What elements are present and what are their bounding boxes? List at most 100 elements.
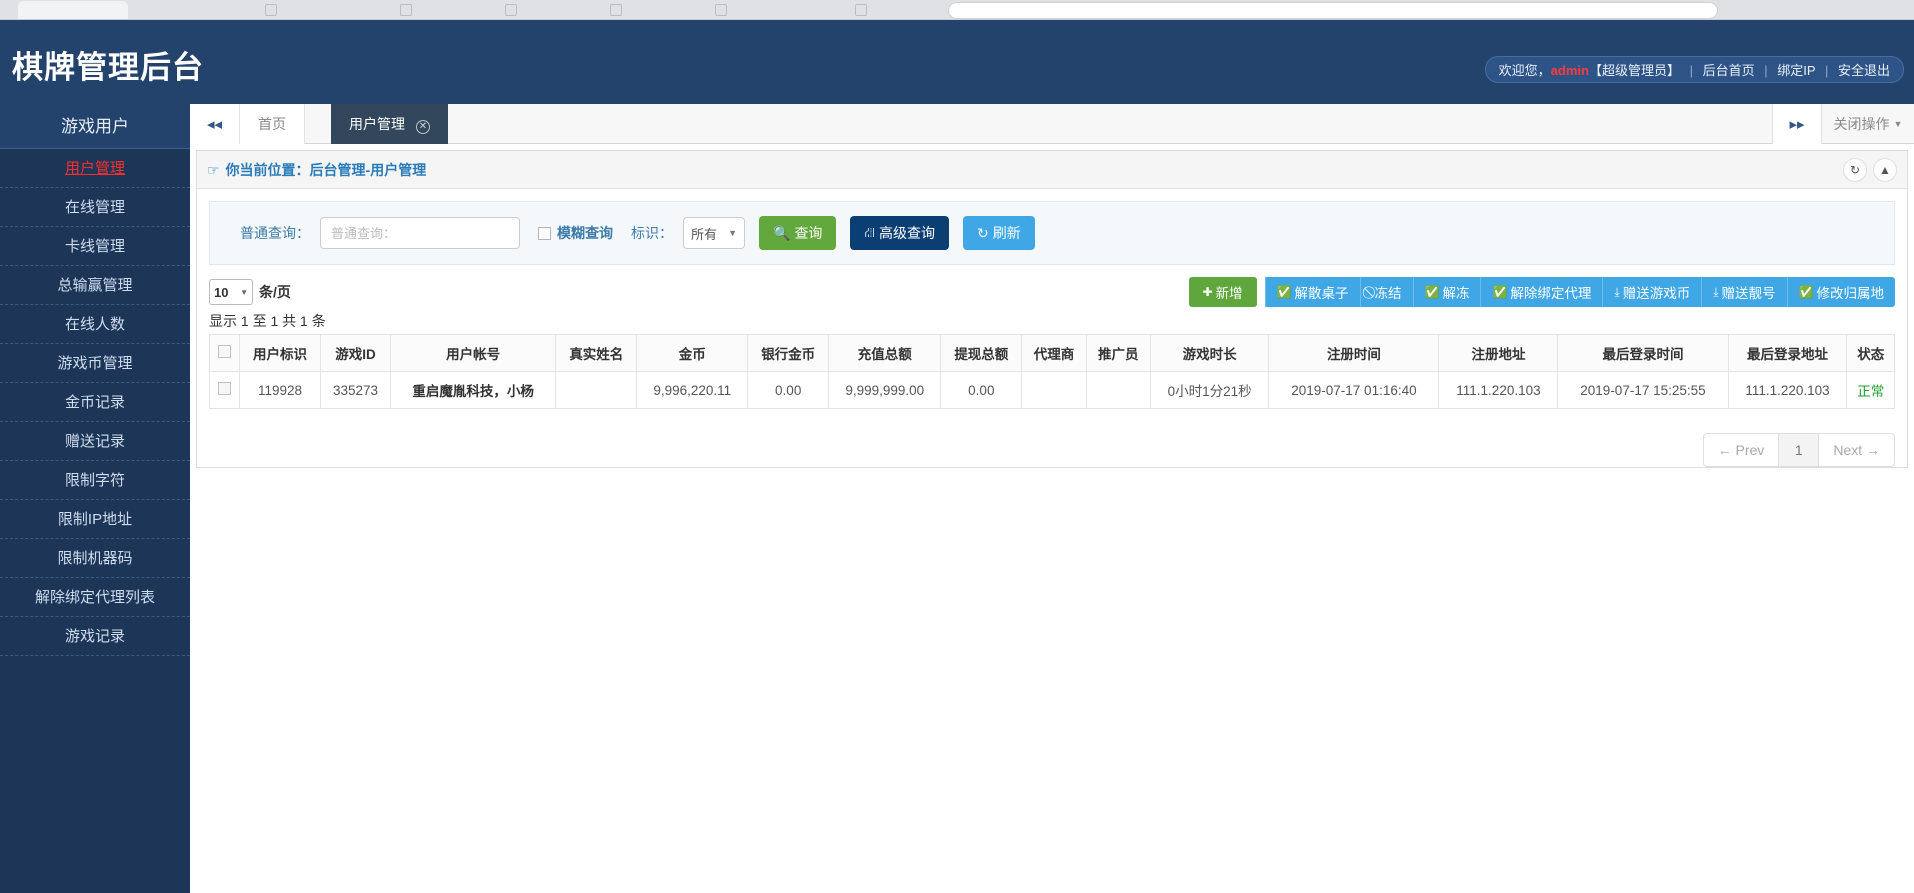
search-label: 普通查询： (240, 225, 310, 241)
advanced-query-button[interactable]: ⛜ 高级查询 (850, 216, 949, 250)
column-header-6: 充值总额 (828, 334, 942, 372)
browser-toolbar-icon-6[interactable] (855, 4, 867, 16)
link-backend-home[interactable]: 后台首页 (1703, 63, 1755, 78)
tab-scroll-right-icon[interactable]: ▸▸ (1772, 104, 1822, 144)
tab-home[interactable]: 首页 (240, 104, 305, 144)
table-head: 用户标识 游戏ID 用户帐号 真实姓名 金币 银行金币 充值总额 提现总额 代理商 推广员 游戏时长… (209, 334, 1895, 372)
fuzzy-search-label: 模糊查询 (557, 225, 613, 241)
per-page-group: 10 ▼ 条/页 (209, 279, 291, 305)
browser-tab-stub[interactable] (18, 1, 128, 19)
close-operations-dropdown[interactable]: 关闭操作 ▼ (1822, 104, 1914, 144)
query-button-label: 查询 (794, 225, 823, 241)
cell-10: 0小时1分21秒 (1149, 371, 1270, 409)
link-bind-ip[interactable]: 绑定IP (1777, 63, 1815, 78)
toolbar-button-0[interactable]: ✚ 新增 (1188, 277, 1257, 307)
cell-7: 0.00 (940, 371, 1023, 409)
pagination-prev[interactable]: ← Prev (1702, 433, 1780, 467)
cell-2: 重启魔胤科技，小杨 (389, 371, 557, 409)
check-circle-icon: ✅ (1492, 285, 1508, 299)
column-header-14: 最后登录地址 (1727, 334, 1848, 372)
pointer-hand-icon: ☞ (207, 161, 220, 178)
table-toolbar: 10 ▼ 条/页 ✚新增✅解散桌子⃠冻结✅解冻✅解除绑定代理⤓赠送游戏币⤓赠送靓… (209, 277, 1895, 307)
panel: ☞ 你当前位置：后台管理-用户管理 ↻ ▲ 普通查询： 模糊查询 标识： 所有 ▼… (196, 150, 1908, 468)
table-body: 119928 335273 重启魔胤科技，小杨 9,996,220.11 0.00 9,9… (209, 371, 1895, 409)
refresh-icon[interactable]: ↻ (1843, 157, 1867, 182)
flag-select[interactable]: 所有 ▼ (683, 217, 745, 249)
sidebar-item-8[interactable]: 限制字符 (0, 461, 190, 500)
browser-toolbar-icon-5[interactable] (715, 4, 727, 16)
cell-4: 9,996,220.11 (636, 371, 749, 409)
browser-address-bar[interactable] (948, 2, 1718, 19)
user-table: 用户标识 游戏ID 用户帐号 真实姓名 金币 银行金币 充值总额 提现总额 代理商 推广员 游戏时长… (209, 334, 1895, 409)
action-button-bar: ✚新增✅解散桌子⃠冻结✅解冻✅解除绑定代理⤓赠送游戏币⤓赠送靓号✅修改归属地 (1188, 277, 1895, 307)
toolbar-button-2[interactable]: ⃠冻结 (1359, 277, 1413, 307)
per-page-select[interactable]: 10 ▼ (209, 279, 253, 305)
sidebar-item-12[interactable]: 游戏记录 (0, 617, 190, 656)
select-all-header (209, 334, 240, 372)
cell-5: 0.00 (747, 371, 830, 409)
browser-toolbar-icon-1[interactable] (265, 4, 277, 16)
select-all-checkbox[interactable] (218, 345, 231, 358)
fuzzy-search-checkbox[interactable] (538, 226, 551, 240)
chevron-up-icon[interactable]: ▲ (1873, 157, 1897, 182)
row-select-cell (209, 371, 240, 409)
browser-toolbar-icon-3[interactable] (505, 4, 517, 16)
per-page-value: 10 (214, 284, 229, 300)
refresh-button[interactable]: ↻ 刷新 (962, 216, 1035, 250)
column-header-8: 代理商 (1021, 334, 1087, 372)
table-header-row: 用户标识 游戏ID 用户帐号 真实姓名 金币 银行金币 充值总额 提现总额 代理商 推广员 游戏时长… (209, 334, 1895, 372)
chevron-down-icon: ▼ (1893, 119, 1903, 129)
pagination-next[interactable]: Next → (1819, 433, 1895, 467)
admin-username: admin (1550, 63, 1589, 78)
sidebar-item-10[interactable]: 限制机器码 (0, 539, 190, 578)
toolbar-button-7[interactable]: ✅ 修改归属地 (1786, 277, 1895, 307)
refresh-icon: ↻ (976, 224, 989, 241)
column-header-4: 金币 (636, 334, 749, 372)
sidebar-item-11[interactable]: 解除绑定代理列表 (0, 578, 190, 617)
pagination-page-1[interactable]: 1 (1779, 433, 1820, 467)
sidebar-item-5[interactable]: 游戏币管理 (0, 344, 190, 383)
divider-1: | (1689, 63, 1693, 78)
toolbar-button-0-label: 新增 (1215, 286, 1243, 301)
tab-user-management[interactable]: 用户管理 ✕ (331, 104, 448, 144)
link-logout[interactable]: 安全退出 (1838, 63, 1890, 78)
check-circle-icon: ✅ (1798, 285, 1814, 299)
sidebar-item-3[interactable]: 总输赢管理 (0, 266, 190, 305)
row-checkbox[interactable] (218, 382, 231, 395)
query-button[interactable]: 🔍 查询 (759, 216, 837, 250)
sidebar-item-1[interactable]: 在线管理 (0, 188, 190, 227)
column-header-0: 用户标识 (238, 334, 322, 372)
search-form: 普通查询： 模糊查询 标识： 所有 ▼ 🔍查询 ⛜高级查询 ↻刷新 (209, 201, 1895, 265)
toolbar-button-3[interactable]: ✅ 解冻 (1412, 277, 1481, 307)
column-header-15: 状态 (1846, 334, 1895, 372)
sidebar-item-6[interactable]: 金币记录 (0, 383, 190, 422)
close-icon[interactable]: ✕ (415, 120, 430, 134)
chevron-down-icon: ▼ (240, 287, 248, 297)
sidebar-item-0[interactable]: 用户管理 (0, 149, 190, 188)
search-input[interactable] (320, 217, 520, 249)
tab-bar: ◂◂ 首页 用户管理 ✕ ▸▸ 关闭操作 ▼ (190, 104, 1914, 144)
tab-scroll-left-icon[interactable]: ◂◂ (190, 104, 240, 144)
gift-icon: ⤓ (1614, 284, 1620, 299)
toolbar-button-4[interactable]: ✅ 解除绑定代理 (1480, 277, 1603, 307)
sidebar-item-9[interactable]: 限制IP地址 (0, 500, 190, 539)
divider-3: | (1824, 63, 1829, 78)
browser-chrome-strip (0, 0, 1914, 20)
sidebar-item-7[interactable]: 赠送记录 (0, 422, 190, 461)
table-row[interactable]: 119928 335273 重启魔胤科技，小杨 9,996,220.11 0.00 9,9… (209, 371, 1895, 409)
app-title: 棋牌管理后台 (12, 50, 204, 85)
cell-13: 2019-07-17 15:25:55 (1557, 371, 1729, 409)
sidebar-item-4[interactable]: 在线人数 (0, 305, 190, 344)
admin-role: 【超级管理员】 (1588, 63, 1680, 78)
refresh-button-label: 刷新 (992, 225, 1021, 241)
toolbar-button-6[interactable]: ⤓ 赠送靓号 (1701, 277, 1787, 307)
toolbar-button-7-label: 修改归属地 (1816, 286, 1885, 301)
browser-toolbar-icon-2[interactable] (400, 4, 412, 16)
toolbar-button-1[interactable]: ✅ 解散桌子 (1264, 277, 1360, 307)
column-header-12: 注册地址 (1438, 334, 1559, 372)
toolbar-button-5[interactable]: ⤓ 赠送游戏币 (1602, 277, 1702, 307)
sidebar-item-2[interactable]: 卡线管理 (0, 227, 190, 266)
cell-3 (555, 371, 638, 409)
browser-toolbar-icon-4[interactable] (610, 4, 622, 16)
tab-user-management-label: 用户管理 (349, 116, 405, 132)
